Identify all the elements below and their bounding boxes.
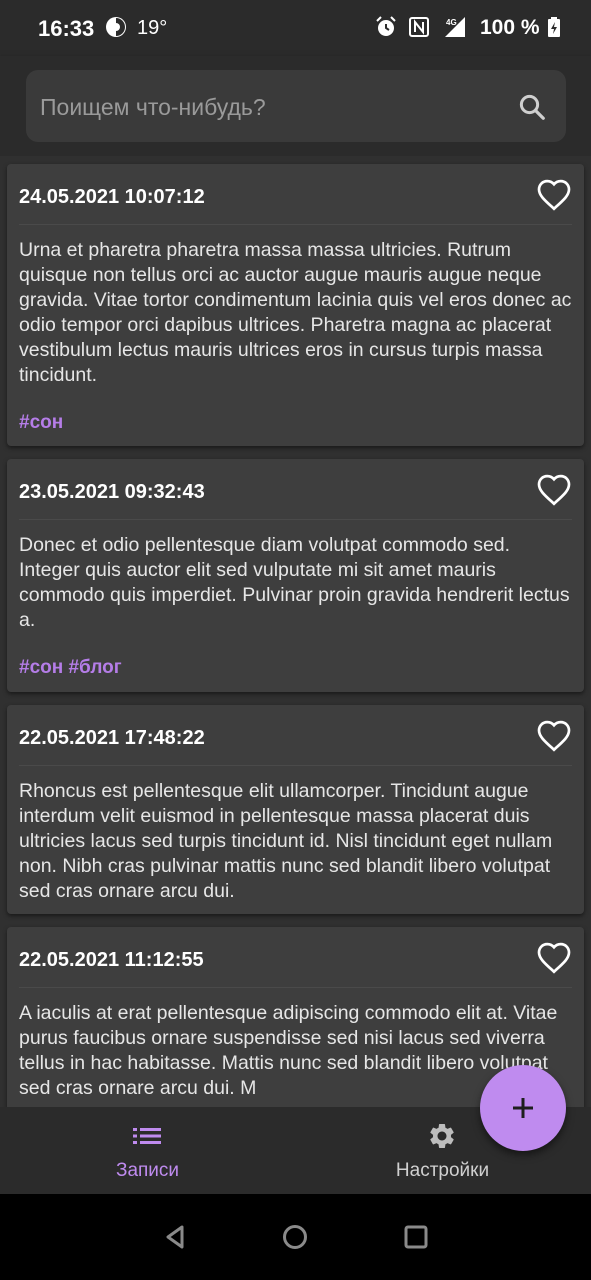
search-bar[interactable]: Поищем что-нибудь?	[26, 70, 566, 142]
back-icon[interactable]	[160, 1222, 190, 1252]
heart-icon[interactable]	[536, 178, 572, 214]
plus-icon	[513, 1098, 533, 1118]
svg-text:4G: 4G	[446, 18, 457, 27]
entries-list[interactable]: 24.05.2021 10:07:12 Urna et pharetra pha…	[0, 156, 591, 1107]
entry-text: Urna et pharetra pharetra massa massa ul…	[19, 239, 572, 386]
entry-date: 23.05.2021 09:32:43	[19, 481, 205, 503]
entry-text: Donec et odio pellentesque diam volutpat…	[19, 534, 570, 631]
list-icon	[133, 1128, 161, 1144]
alarm-icon	[376, 16, 396, 36]
entry-card[interactable]: 23.05.2021 09:32:43 Donec et odio pellen…	[7, 459, 584, 692]
card-divider	[19, 519, 572, 520]
card-divider	[19, 987, 572, 988]
heart-icon[interactable]	[536, 941, 572, 977]
entry-tags[interactable]: #сон #блог	[19, 657, 122, 679]
recents-icon[interactable]	[401, 1222, 431, 1252]
system-navigation-bar	[0, 1194, 591, 1280]
heart-icon[interactable]	[536, 719, 572, 755]
nfc-icon	[409, 17, 429, 37]
entry-text: Rhoncus est pellentesque elit ullamcorpe…	[19, 780, 553, 902]
search-input[interactable]: Поищем что-нибудь?	[40, 94, 266, 121]
card-divider	[19, 765, 572, 766]
entry-card[interactable]: 24.05.2021 10:07:12 Urna et pharetra pha…	[7, 164, 584, 446]
heart-icon[interactable]	[536, 473, 572, 509]
signal-4g-icon: 4G	[445, 17, 465, 37]
app-header: Поищем что-нибудь?	[0, 56, 591, 156]
nav-label-settings: Настройки	[395, 1160, 490, 1181]
add-entry-button[interactable]	[480, 1065, 566, 1151]
gear-icon	[430, 1124, 454, 1148]
status-time: 16:33	[38, 16, 95, 41]
nav-label-entries: Записи	[115, 1160, 180, 1181]
weather-icon	[106, 17, 126, 37]
status-temperature: 19°	[137, 17, 168, 39]
search-icon[interactable]	[517, 92, 547, 122]
battery-charging-icon	[548, 17, 560, 37]
card-divider	[19, 224, 572, 225]
entry-date: 22.05.2021 17:48:22	[19, 727, 205, 749]
home-icon[interactable]	[280, 1222, 310, 1252]
entry-date: 24.05.2021 10:07:12	[19, 186, 205, 208]
entry-card[interactable]: 22.05.2021 17:48:22 Rhoncus est pellente…	[7, 705, 584, 914]
entry-date: 22.05.2021 11:12:55	[19, 949, 204, 971]
nav-item-entries[interactable]: Записи	[0, 1107, 295, 1194]
status-battery: 100 %	[480, 16, 540, 39]
entry-tags[interactable]: #сон	[19, 412, 63, 434]
status-bar: 16:33 19° 4G 100 %	[0, 0, 591, 56]
